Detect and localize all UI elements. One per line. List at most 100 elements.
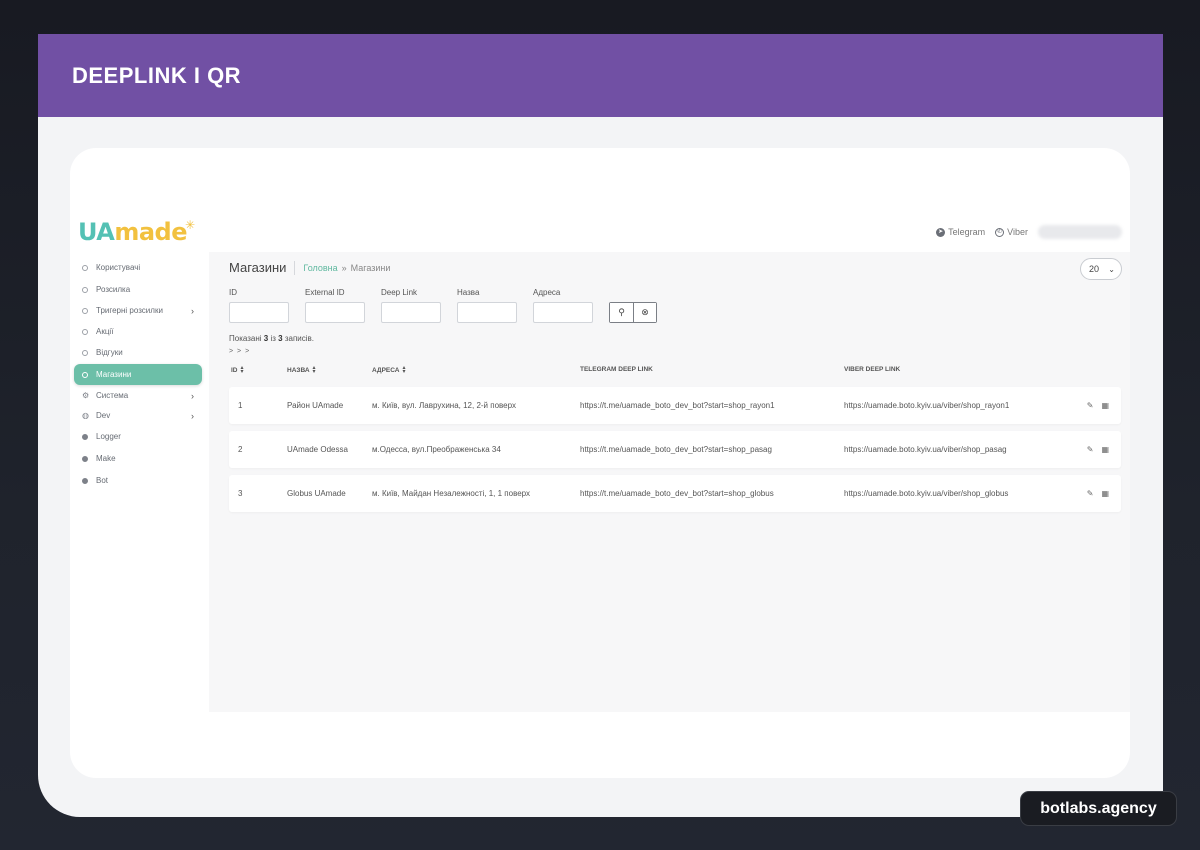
edit-icon[interactable]: ✎: [1087, 445, 1094, 454]
circle-icon: [82, 264, 88, 271]
circle-icon: [82, 349, 88, 356]
filter-id-input[interactable]: [229, 302, 289, 323]
summary-suffix: записів.: [284, 334, 315, 343]
banner-title: DEEPLINK I QR: [72, 62, 242, 88]
cell-telegram-link[interactable]: https://t.me/uamade_boto_dev_bot?start=s…: [580, 387, 775, 424]
user-menu-blurred[interactable]: [1038, 225, 1122, 239]
chevron-right-icon: ›: [191, 305, 194, 316]
chevron-right-icon: ›: [191, 390, 194, 401]
sidebar: Користувачі Розсилка Тригерні розсилки › …: [70, 252, 209, 712]
breadcrumb-separator: »: [341, 262, 347, 273]
qr-code-icon[interactable]: ▦: [1101, 401, 1109, 410]
cell-address: м. Київ, вул. Лаврухина, 12, 2-й поверх: [372, 401, 516, 410]
app-header: UA made ✳ ➤ Telegram ✆ Viber: [70, 212, 1130, 252]
main-content: Магазини Головна » Магазини 20 ⌄ ID Exte…: [209, 252, 1130, 712]
sidebar-item-label: Користувачі: [96, 263, 141, 272]
sidebar-item-users[interactable]: Користувачі: [74, 257, 202, 278]
cell-id: 1: [238, 401, 243, 410]
sidebar-item-label: Система: [96, 391, 129, 400]
sidebar-item-reviews[interactable]: Відгуки: [74, 342, 202, 363]
filter-buttons: ⚲ ⊗: [609, 302, 657, 323]
page-title: Магазини: [229, 260, 287, 275]
sidebar-item-dev[interactable]: ◍ Dev ›: [74, 405, 202, 426]
viber-label: Viber: [1007, 227, 1028, 237]
table-row: 2 UAmade Odessa м.Одесса, вул.Преображен…: [229, 431, 1121, 468]
summary-total: 3: [278, 334, 283, 343]
cell-telegram-link[interactable]: https://t.me/uamade_boto_dev_bot?start=s…: [580, 475, 774, 512]
search-icon: ⚲: [618, 307, 625, 317]
circle-icon: [82, 328, 88, 335]
per-page-select[interactable]: 20 ⌄: [1080, 258, 1122, 280]
qr-code-icon[interactable]: ▦: [1101, 445, 1109, 454]
banner: DEEPLINK I QR: [38, 34, 1163, 117]
sidebar-item-label: Розсилка: [96, 285, 131, 294]
sidebar-item-label: Dev: [96, 411, 111, 420]
filter-bar: ID External ID Deep Link Назва Адреса ⚲ …: [229, 288, 657, 323]
records-summary: Показані 3 із 3 записів.: [229, 334, 314, 343]
cell-id: 2: [238, 445, 243, 454]
cell-viber-link[interactable]: https://uamade.boto.kyiv.ua/viber/shop_g…: [844, 475, 1008, 512]
logo[interactable]: UA made ✳: [78, 218, 195, 246]
filter-address-label: Адреса: [533, 288, 561, 297]
viber-link[interactable]: ✆ Viber: [995, 227, 1028, 237]
column-header-id[interactable]: ID ▴ ▾: [231, 365, 244, 375]
sort-icon: ▴ ▾: [240, 365, 244, 375]
brand-badge: botlabs.agency: [1020, 791, 1177, 826]
search-button[interactable]: ⚲: [610, 303, 633, 322]
column-header-telegram: TELEGRAM DEEP LINK: [580, 366, 653, 373]
filter-external-id-input[interactable]: [305, 302, 365, 323]
sidebar-item-bot[interactable]: Bot: [74, 470, 202, 491]
cell-viber-link[interactable]: https://uamade.boto.kyiv.ua/viber/shop_p…: [844, 431, 1007, 468]
summary-mid: із: [270, 334, 276, 343]
sidebar-item-shops[interactable]: Магазини: [74, 364, 202, 385]
cell-address: м.Одесса, вул.Преображенська 34: [372, 445, 501, 454]
chevron-right-icon: ›: [191, 410, 194, 421]
edit-icon[interactable]: ✎: [1087, 401, 1094, 410]
filter-name-label: Назва: [457, 288, 480, 297]
cell-telegram-link[interactable]: https://t.me/uamade_boto_dev_bot?start=s…: [580, 431, 772, 468]
sidebar-item-mailing[interactable]: Розсилка: [74, 279, 202, 300]
sort-icon: ▴ ▾: [312, 365, 316, 375]
pagination[interactable]: > > >: [229, 348, 250, 355]
sidebar-item-promotions[interactable]: Акції: [74, 321, 202, 342]
telegram-link[interactable]: ➤ Telegram: [936, 227, 985, 237]
showcase-card: DEEPLINK I QR UA made ✳ ➤ Telegram ✆ Viber…: [38, 34, 1163, 817]
per-page-value: 20: [1089, 264, 1100, 274]
table-header: ID ▴ ▾ НАЗВА ▴ ▾ АДРЕСА ▴ ▾ TELEGRAM DEEP LINK…: [229, 365, 1121, 382]
table-row: 3 Globus UAmade м. Київ, Майдан Незалежн…: [229, 475, 1121, 512]
column-header-name[interactable]: НАЗВА ▴ ▾: [287, 365, 316, 375]
filter-id-label: ID: [229, 288, 237, 297]
filter-external-id-label: External ID: [305, 288, 345, 297]
column-header-address[interactable]: АДРЕСА ▴ ▾: [372, 365, 406, 375]
divider: [294, 260, 296, 275]
globe-icon: ◍: [82, 411, 89, 420]
sidebar-item-system[interactable]: ⚙ Система ›: [74, 385, 202, 406]
breadcrumb-home[interactable]: Головна: [303, 263, 337, 273]
filter-deep-link-input[interactable]: [381, 302, 441, 323]
sparkle-icon: ✳: [185, 218, 195, 232]
sidebar-item-label: Відгуки: [96, 348, 123, 357]
header-label: VIBER DEEP LINK: [844, 366, 901, 373]
sidebar-item-trigger-mailing[interactable]: Тригерні розсилки ›: [74, 300, 202, 321]
sidebar-item-make[interactable]: Make: [74, 448, 202, 469]
header-label: ID: [231, 366, 238, 374]
sidebar-item-label: Акції: [96, 327, 114, 336]
filter-address-input[interactable]: [533, 302, 593, 323]
chevron-down-icon: ⌄: [1108, 264, 1115, 274]
sidebar-item-logger[interactable]: Logger: [74, 426, 202, 447]
edit-icon[interactable]: ✎: [1087, 489, 1094, 498]
cell-name: UAmade Odessa: [287, 445, 348, 454]
telegram-icon: ➤: [936, 227, 946, 237]
page-header: Магазини Головна » Магазини: [229, 260, 390, 275]
summary-prefix: Показані: [229, 334, 262, 343]
filter-name-input[interactable]: [457, 302, 517, 323]
sort-icon: ▴ ▾: [402, 365, 406, 375]
app-screenshot: UA made ✳ ➤ Telegram ✆ Viber Користувачі Р…: [70, 148, 1130, 778]
clear-filters-button[interactable]: ⊗: [633, 303, 656, 322]
close-circle-icon: ⊗: [641, 307, 649, 317]
gears-icon: ⚙: [82, 391, 90, 400]
cell-viber-link[interactable]: https://uamade.boto.kyiv.ua/viber/shop_r…: [844, 387, 1009, 424]
qr-code-icon[interactable]: ▦: [1101, 489, 1109, 498]
telegram-label: Telegram: [948, 227, 986, 237]
viber-icon: ✆: [995, 227, 1005, 237]
